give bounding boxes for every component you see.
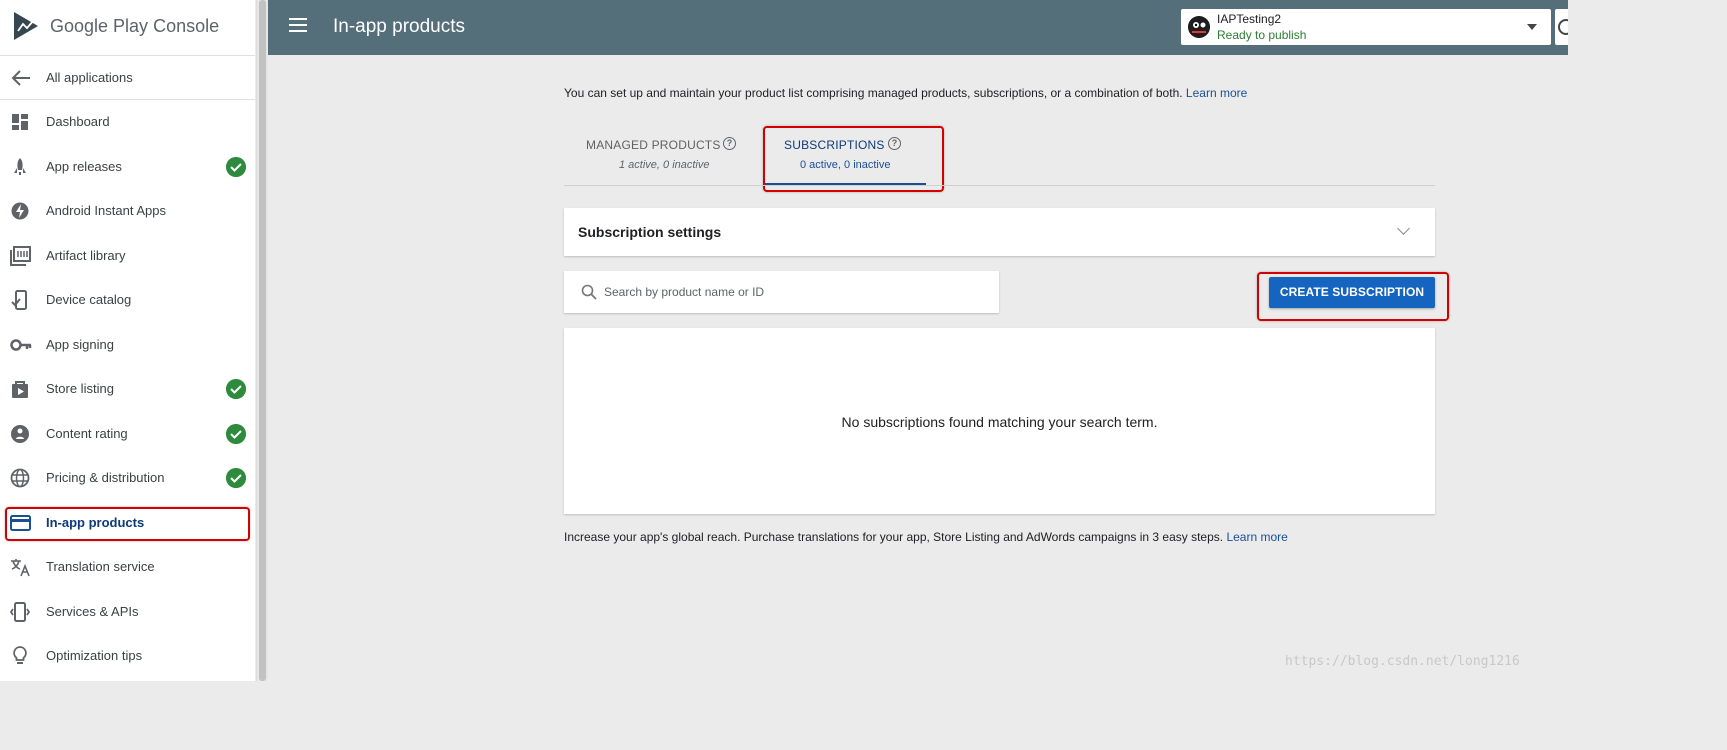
sidebar-item-pricing-distribution[interactable]: Pricing & distribution xyxy=(0,456,255,500)
intro-text: You can set up and maintain your product… xyxy=(564,86,1247,100)
app-switcher-dropdown[interactable]: IAPTesting2 Ready to publish xyxy=(1181,9,1551,45)
sidebar-item-label: Dashboard xyxy=(46,114,110,129)
check-circle-icon xyxy=(226,157,246,177)
device-icon xyxy=(11,290,27,310)
all-applications-label: All applications xyxy=(46,70,133,85)
help-icon[interactable]: ? xyxy=(888,137,901,150)
watermark: https://blog.csdn.net/long1216 xyxy=(1285,654,1520,669)
intro-learn-more-link[interactable]: Learn more xyxy=(1186,86,1247,100)
sidebar-item-optimization-tips[interactable]: Optimization tips xyxy=(0,634,255,678)
info-icon[interactable] xyxy=(1555,9,1568,45)
app-avatar-icon xyxy=(1188,16,1210,38)
footer-note: Increase your app's global reach. Purcha… xyxy=(564,530,1288,544)
chevron-down-icon xyxy=(1527,24,1537,30)
sidebar-item-label: App signing xyxy=(46,337,114,352)
tab-count: 0 active, 0 inactive xyxy=(800,159,891,171)
sidebar-item-services-apis[interactable]: Services & APIs xyxy=(0,590,255,634)
sidebar-item-label: Services & APIs xyxy=(46,604,139,619)
page-title: In-app products xyxy=(333,16,466,37)
translate-icon xyxy=(11,559,30,577)
tab-label: MANAGED PRODUCTS xyxy=(586,138,721,152)
sidebar-item-app-signing[interactable]: App signing xyxy=(0,323,255,367)
check-circle-icon xyxy=(226,424,246,444)
api-icon xyxy=(10,602,31,622)
all-applications-link[interactable]: All applications xyxy=(0,56,255,100)
search-icon xyxy=(581,284,597,300)
tab-subscriptions[interactable]: SUBSCRIPTIONS ? 0 active, 0 inactive xyxy=(764,130,929,186)
sidebar-item-in-app-products[interactable]: In-app products xyxy=(0,501,255,545)
check-circle-icon xyxy=(226,468,246,488)
check-circle-icon xyxy=(226,379,246,399)
help-icon[interactable]: ? xyxy=(723,137,736,150)
sidebar-item-label: Content rating xyxy=(46,426,128,441)
bolt-icon xyxy=(11,202,29,220)
sidebar: Google Play Console All applications Das… xyxy=(0,0,255,681)
brand-header[interactable]: Google Play Console xyxy=(0,0,255,56)
sidebar-item-label: In-app products xyxy=(46,515,145,530)
search-input[interactable] xyxy=(604,281,984,303)
footer-learn-more-link[interactable]: Learn more xyxy=(1226,530,1287,544)
shopping-bag-icon xyxy=(12,381,28,398)
tabs-divider xyxy=(564,185,1435,186)
scrollbar-thumb[interactable] xyxy=(259,0,266,681)
key-icon xyxy=(10,339,32,351)
sidebar-item-artifact-library[interactable]: Artifact library xyxy=(0,234,255,278)
sidebar-item-label: Translation service xyxy=(46,559,155,574)
sidebar-item-label: Pricing & distribution xyxy=(46,470,165,485)
top-app-bar: In-app products IAPTesting2 Ready to pub… xyxy=(268,0,1568,55)
subscription-settings-title: Subscription settings xyxy=(578,224,722,240)
rocket-icon xyxy=(14,158,26,175)
subscription-settings-panel[interactable]: Subscription settings xyxy=(564,208,1435,256)
sidebar-item-device-catalog[interactable]: Device catalog xyxy=(0,278,255,322)
dashboard-icon xyxy=(12,114,28,130)
sidebar-item-label: Optimization tips xyxy=(46,648,143,663)
tab-managed-products[interactable]: MANAGED PRODUCTS ? 1 active, 0 inactive xyxy=(564,130,754,185)
results-panel: No subscriptions found matching your sea… xyxy=(564,328,1435,514)
library-icon xyxy=(10,246,31,266)
footer-body: Increase your app's global reach. Purcha… xyxy=(564,530,1224,544)
app-status: Ready to publish xyxy=(1217,28,1307,42)
sidebar-item-dashboard[interactable]: Dashboard xyxy=(0,100,255,144)
play-console-logo xyxy=(14,12,38,40)
sidebar-item-label: App releases xyxy=(46,159,122,174)
app-name: IAPTesting2 xyxy=(1217,12,1282,26)
globe-icon xyxy=(10,468,30,488)
hamburger-menu-icon[interactable] xyxy=(289,18,307,34)
rating-icon xyxy=(11,425,29,443)
brand-name: Google Play Console xyxy=(50,16,220,36)
sidebar-item-label: Artifact library xyxy=(46,248,126,263)
sidebar-item-app-releases[interactable]: App releases xyxy=(0,145,255,189)
chevron-down-icon xyxy=(1397,222,1410,235)
arrow-back-icon xyxy=(11,70,30,86)
intro-body: You can set up and maintain your product… xyxy=(564,86,1183,100)
sidebar-item-content-rating[interactable]: Content rating xyxy=(0,412,255,456)
create-subscription-button[interactable]: CREATE SUBSCRIPTION xyxy=(1269,277,1435,308)
sidebar-item-label: Store listing xyxy=(46,381,114,396)
empty-state-message: No subscriptions found matching your sea… xyxy=(841,414,1158,430)
sidebar-scrollbar[interactable] xyxy=(256,0,268,681)
tab-count: 1 active, 0 inactive xyxy=(619,159,710,171)
credit-card-icon xyxy=(10,515,31,531)
tab-label: SUBSCRIPTIONS xyxy=(784,138,885,152)
sidebar-item-translation-service[interactable]: Translation service xyxy=(0,545,255,589)
lightbulb-icon xyxy=(13,646,27,664)
search-box xyxy=(564,271,999,313)
sidebar-item-android-instant-apps[interactable]: Android Instant Apps xyxy=(0,189,255,233)
sidebar-item-label: Android Instant Apps xyxy=(46,203,166,218)
sidebar-item-store-listing[interactable]: Store listing xyxy=(0,367,255,411)
sidebar-item-label: Device catalog xyxy=(46,292,132,307)
